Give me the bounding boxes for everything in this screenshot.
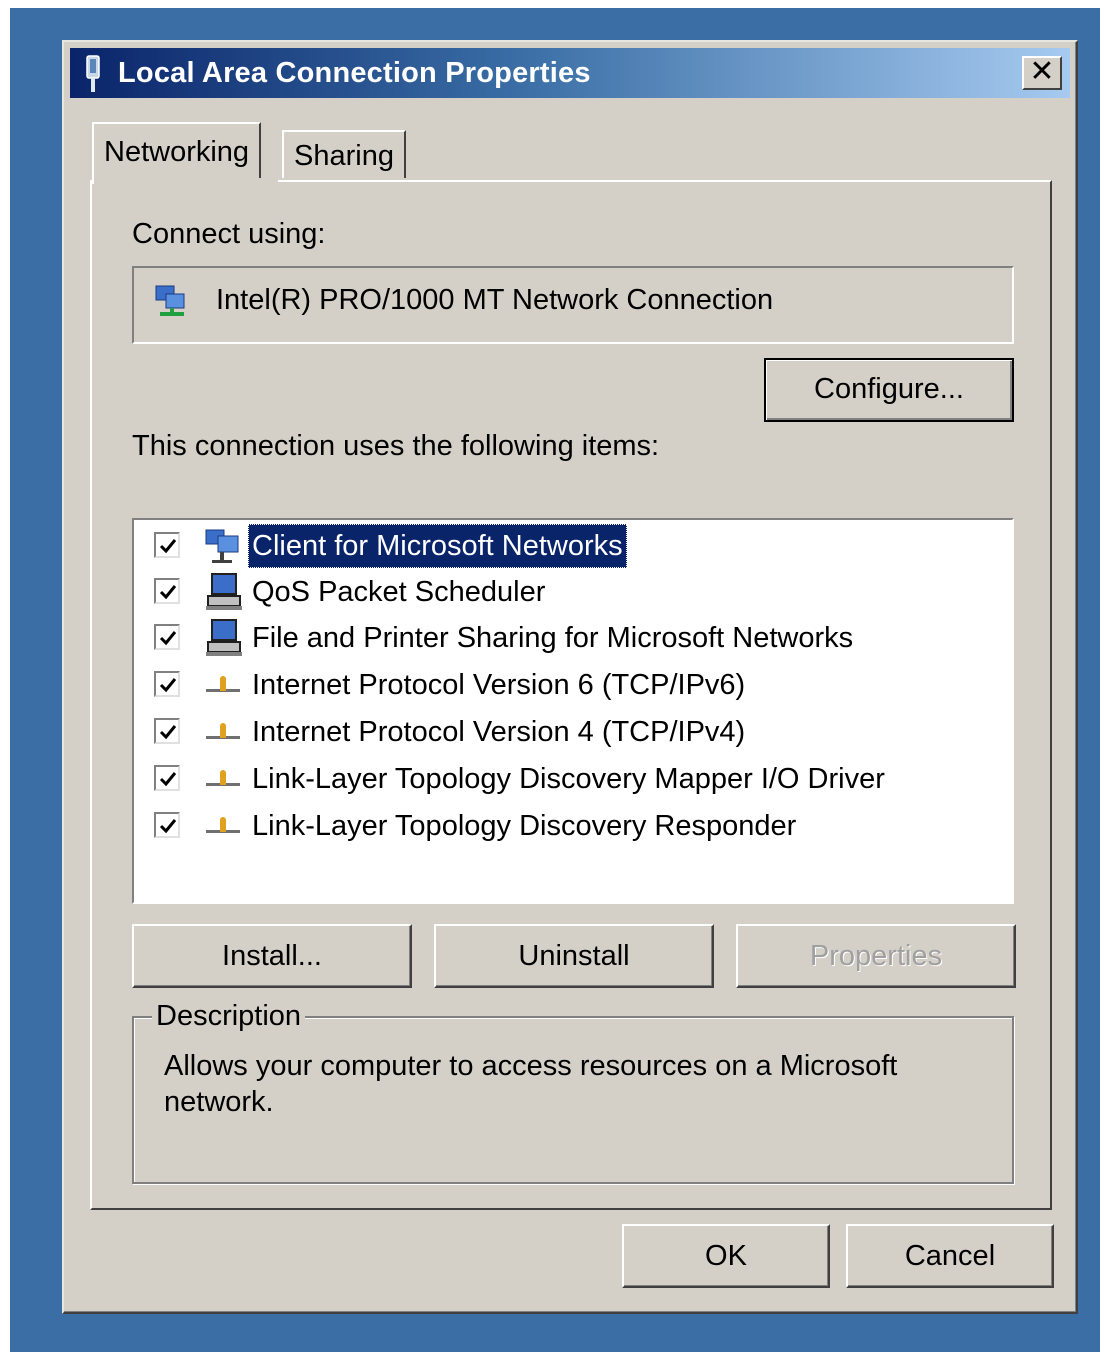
checkmark-icon bbox=[159, 678, 177, 693]
list-item[interactable]: Internet Protocol Version 6 (TCP/IPv6) bbox=[134, 663, 994, 707]
item-checkbox[interactable] bbox=[154, 624, 180, 650]
description-legend: Description bbox=[152, 998, 306, 1034]
properties-button: Properties bbox=[736, 924, 1016, 988]
checkmark-icon bbox=[159, 819, 177, 834]
network-adapter-icon bbox=[155, 285, 185, 316]
list-item[interactable]: Link-Layer Topology Discovery Responder bbox=[134, 804, 994, 848]
list-item[interactable]: QoS Packet Scheduler bbox=[134, 570, 994, 614]
items-label: This connection uses the following items… bbox=[132, 430, 660, 462]
checkmark-icon bbox=[159, 725, 177, 740]
list-item[interactable]: Internet Protocol Version 4 (TCP/IPv4) bbox=[134, 710, 994, 754]
item-checkbox[interactable] bbox=[154, 812, 180, 838]
list-item[interactable]: Client for Microsoft Networks bbox=[134, 524, 994, 568]
checkmark-icon bbox=[159, 772, 177, 787]
item-checkbox[interactable] bbox=[154, 718, 180, 744]
item-checkbox[interactable] bbox=[154, 578, 180, 604]
adapter-field: Intel(R) PRO/1000 MT Network Connection bbox=[132, 266, 1014, 344]
computer-service-icon bbox=[206, 619, 242, 656]
install-button[interactable]: Install... bbox=[132, 924, 412, 988]
checkmark-icon bbox=[159, 539, 177, 554]
protocol-icon bbox=[206, 723, 240, 739]
protocol-icon bbox=[206, 770, 240, 786]
item-checkbox[interactable] bbox=[154, 532, 180, 558]
item-label: Link-Layer Topology Discovery Mapper I/O… bbox=[252, 763, 885, 795]
checkmark-icon bbox=[159, 631, 177, 646]
checkmark-icon bbox=[159, 585, 177, 600]
close-icon: ✕ bbox=[1029, 55, 1055, 88]
configure-button[interactable]: Configure... bbox=[764, 358, 1014, 422]
title-bar[interactable]: Local Area Connection Properties ✕ bbox=[70, 48, 1070, 98]
network-connection-icon bbox=[86, 55, 100, 92]
item-label: Client for Microsoft Networks bbox=[248, 524, 627, 568]
properties-dialog: Local Area Connection Properties ✕ Netwo… bbox=[62, 40, 1078, 1314]
cancel-button[interactable]: Cancel bbox=[846, 1224, 1054, 1288]
list-item[interactable]: Link-Layer Topology Discovery Mapper I/O… bbox=[134, 757, 994, 801]
item-label: Internet Protocol Version 4 (TCP/IPv4) bbox=[252, 716, 746, 748]
list-item[interactable]: File and Printer Sharing for Microsoft N… bbox=[134, 616, 994, 660]
item-label: Internet Protocol Version 6 (TCP/IPv6) bbox=[252, 669, 746, 701]
networking-tab-panel: Connect using: Intel(R) PRO/1000 MT Netw… bbox=[90, 180, 1052, 1210]
ok-button[interactable]: OK bbox=[622, 1224, 830, 1288]
item-label: Link-Layer Topology Discovery Responder bbox=[252, 810, 797, 842]
network-client-icon bbox=[205, 529, 239, 563]
connect-using-label: Connect using: bbox=[132, 218, 326, 250]
tab-joint bbox=[94, 178, 278, 184]
protocol-icon bbox=[206, 676, 240, 692]
item-label: File and Printer Sharing for Microsoft N… bbox=[252, 622, 854, 654]
computer-service-icon bbox=[206, 573, 242, 610]
adapter-name: Intel(R) PRO/1000 MT Network Connection bbox=[216, 284, 774, 316]
tab-sharing[interactable]: Sharing bbox=[282, 130, 406, 178]
tab-networking[interactable]: Networking bbox=[92, 122, 262, 184]
description-groupbox: Description Allows your computer to acce… bbox=[132, 998, 1014, 1184]
uninstall-button[interactable]: Uninstall bbox=[434, 924, 714, 988]
item-label: QoS Packet Scheduler bbox=[252, 576, 546, 608]
close-button[interactable]: ✕ bbox=[1022, 56, 1062, 90]
window-title: Local Area Connection Properties bbox=[118, 57, 591, 89]
protocol-icon bbox=[206, 817, 240, 833]
items-list[interactable]: Client for Microsoft Networks QoS Packet… bbox=[132, 518, 1014, 904]
item-checkbox[interactable] bbox=[154, 765, 180, 791]
item-checkbox[interactable] bbox=[154, 671, 180, 697]
description-text: Allows your computer to access resources… bbox=[164, 1050, 898, 1118]
